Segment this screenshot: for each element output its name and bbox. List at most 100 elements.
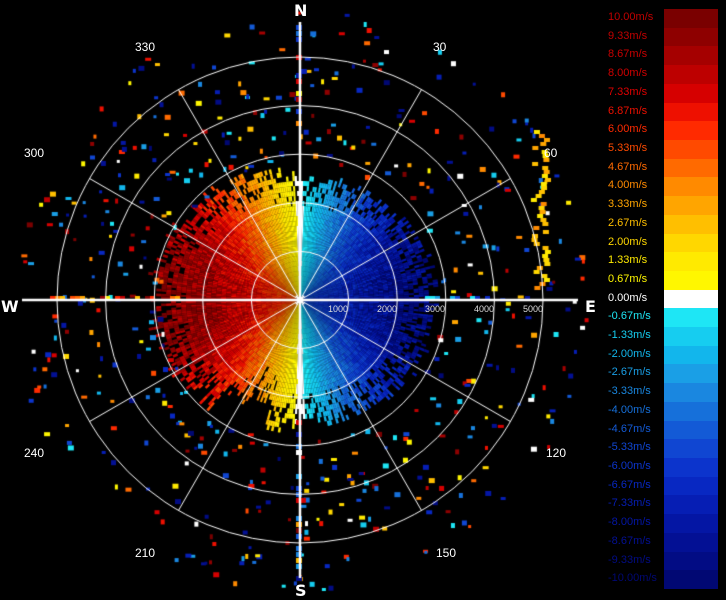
- legend-label: -5.33m/s: [608, 441, 651, 454]
- legend-item: 8.00m/s: [606, 65, 718, 84]
- legend-label: 4.00m/s: [608, 179, 648, 192]
- velocity-legend: 10.00m/s 9.33m/s 8.67m/s 8.00m/s 7.33m/s 6.87…: [606, 9, 718, 589]
- legend-item: 10.00m/s: [606, 9, 718, 28]
- legend-label: 2.67m/s: [608, 216, 648, 229]
- legend-item: 0.00m/s: [606, 289, 718, 309]
- angle-label-150: 150: [436, 546, 457, 560]
- east-label: E: [585, 297, 596, 316]
- west-label: W: [1, 297, 19, 316]
- range-label-4000: 4000: [474, 304, 495, 314]
- legend-item: -7.33m/s: [606, 495, 718, 515]
- legend-swatch: [664, 551, 718, 571]
- legend-item: 9.33m/s: [606, 27, 718, 47]
- legend-swatch: [664, 439, 718, 459]
- legend-item: -10.00m/s: [606, 570, 718, 589]
- legend-swatch: [664, 196, 718, 215]
- range-label-1000: 1000: [328, 304, 349, 314]
- legend-label: 8.67m/s: [608, 48, 648, 61]
- legend-swatch: [664, 139, 718, 159]
- legend-swatch: [664, 233, 718, 253]
- legend-item: 0.67m/s: [606, 270, 718, 290]
- legend-label: -6.00m/s: [608, 460, 651, 473]
- legend-swatch: [664, 383, 718, 402]
- legend-item: 7.33m/s: [606, 83, 718, 103]
- legend-item: -8.67m/s: [606, 532, 718, 552]
- legend-item: 3.33m/s: [606, 196, 718, 215]
- legend-label: 9.33m/s: [608, 29, 648, 42]
- legend-swatch: [664, 458, 718, 477]
- legend-swatch: [664, 495, 718, 515]
- legend-label: -8.00m/s: [608, 516, 651, 529]
- legend-label: 10.00m/s: [608, 11, 654, 23]
- legend-label: -1.33m/s: [608, 329, 651, 342]
- legend-item: -9.33m/s: [606, 551, 718, 571]
- legend-swatch: [664, 401, 718, 421]
- legend-label: -10.00m/s: [608, 572, 657, 585]
- legend-swatch: [664, 345, 718, 365]
- legend-label: 6.87m/s: [608, 104, 648, 117]
- legend-label: -4.67m/s: [608, 422, 651, 435]
- angle-label-60: 60: [544, 146, 558, 160]
- legend-swatch: [664, 46, 718, 66]
- legend-item: 8.67m/s: [606, 46, 718, 66]
- legend-swatch: [664, 327, 718, 346]
- range-label-3000: 3000: [425, 304, 446, 314]
- legend-item: 2.00m/s: [606, 233, 718, 253]
- legend-label: 1.33m/s: [608, 254, 648, 267]
- legend-swatch: [664, 514, 718, 533]
- angle-label-240: 240: [24, 446, 45, 460]
- angle-label-330: 330: [135, 40, 156, 54]
- range-label-5000: 5000: [523, 304, 544, 314]
- legend-swatch: [664, 364, 718, 384]
- legend-label: 5.33m/s: [608, 141, 648, 154]
- legend-item: -4.67m/s: [606, 420, 718, 440]
- legend-item: -8.00m/s: [606, 514, 718, 533]
- legend-label: -7.33m/s: [608, 497, 651, 510]
- north-label: N: [294, 1, 308, 20]
- legend-swatch: [664, 9, 718, 28]
- legend-label: -2.67m/s: [608, 366, 651, 379]
- legend-item: -6.67m/s: [606, 476, 718, 496]
- legend-label: 2.00m/s: [608, 235, 648, 248]
- legend-swatch: [664, 177, 718, 197]
- legend-item: 6.87m/s: [606, 102, 718, 122]
- legend-swatch: [664, 158, 718, 178]
- legend-swatch: [664, 476, 718, 496]
- legend-swatch: [664, 289, 718, 309]
- legend-swatch: [664, 121, 718, 140]
- legend-swatch: [664, 420, 718, 440]
- legend-label: 0.00m/s: [608, 291, 648, 304]
- legend-swatch: [664, 83, 718, 103]
- legend-item: -3.33m/s: [606, 383, 718, 402]
- legend-swatch: [664, 214, 718, 234]
- legend-item: 5.33m/s: [606, 139, 718, 159]
- legend-swatch: [664, 308, 718, 328]
- legend-label: -9.33m/s: [608, 553, 651, 566]
- legend-item: 2.67m/s: [606, 214, 718, 234]
- legend-label: 0.67m/s: [608, 272, 648, 285]
- legend-item: -2.67m/s: [606, 364, 718, 384]
- range-label-2000: 2000: [377, 304, 398, 314]
- angle-label-30: 30: [433, 40, 447, 54]
- legend-item: -1.33m/s: [606, 327, 718, 346]
- legend-label: -3.33m/s: [608, 385, 651, 398]
- angle-label-210: 210: [135, 546, 156, 560]
- legend-label: 3.33m/s: [608, 198, 648, 211]
- radar-velocity-plot[interactable]: [0, 0, 600, 600]
- legend-label: -4.00m/s: [608, 403, 651, 416]
- legend-item: -5.33m/s: [606, 439, 718, 459]
- legend-item: 4.00m/s: [606, 177, 718, 197]
- legend-swatch: [664, 252, 718, 271]
- legend-label: -0.67m/s: [608, 310, 651, 323]
- legend-label: -8.67m/s: [608, 534, 651, 547]
- legend-item: 4.67m/s: [606, 158, 718, 178]
- legend-label: 7.33m/s: [608, 85, 648, 98]
- angle-label-300: 300: [24, 146, 45, 160]
- legend-swatch: [664, 270, 718, 290]
- legend-item: -6.00m/s: [606, 458, 718, 477]
- legend-swatch: [664, 27, 718, 47]
- legend-swatch: [664, 65, 718, 84]
- legend-label: 8.00m/s: [608, 67, 648, 80]
- legend-swatch: [664, 570, 718, 589]
- legend-swatch: [664, 102, 718, 122]
